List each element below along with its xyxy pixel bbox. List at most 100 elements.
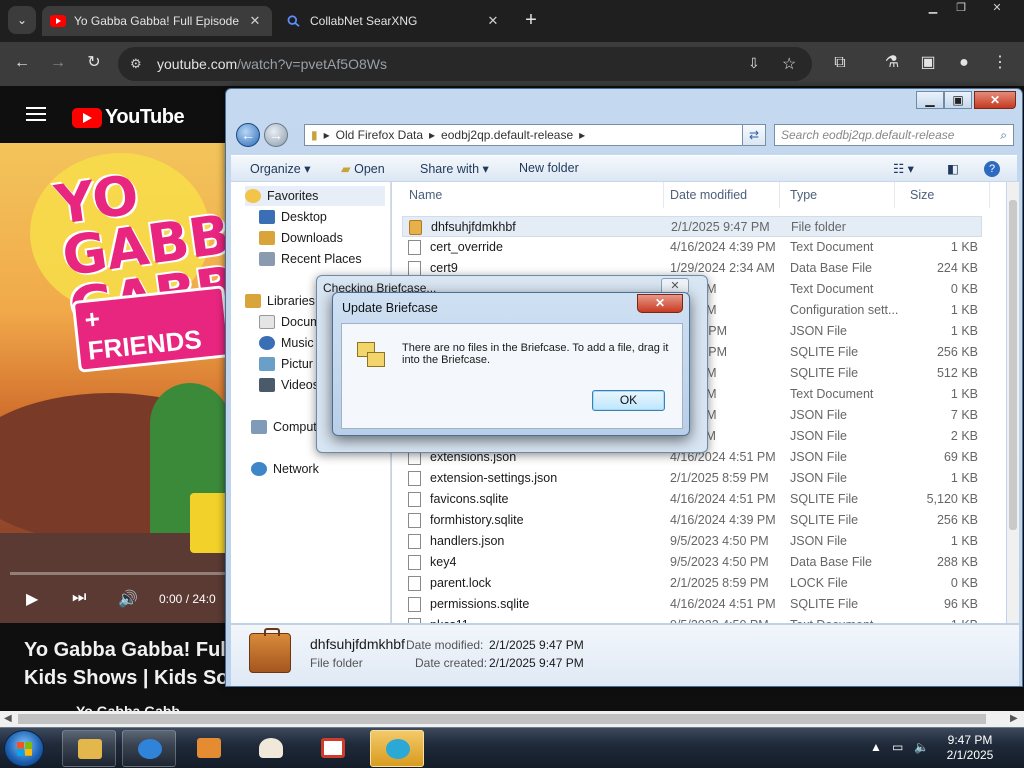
nav-computer[interactable]: Comput <box>251 417 317 437</box>
nav-recent-places[interactable]: Recent Places <box>259 249 362 269</box>
file-date: 4/16/2024 4:39 PM <box>670 240 776 254</box>
side-panel-icon[interactable]: ▣ <box>916 52 940 76</box>
scroll-right-icon[interactable]: ▶ <box>1010 713 1018 724</box>
file-row[interactable]: extension-settings.json 2/1/2025 8:59 PM J… <box>402 468 982 489</box>
video-cup-shape <box>190 493 228 553</box>
tray-overflow-icon[interactable]: ▲ <box>870 740 882 754</box>
forward-icon[interactable]: → <box>46 52 70 76</box>
site-info-icon[interactable]: ⚙ <box>130 56 142 72</box>
back-icon[interactable]: ← <box>10 52 34 76</box>
explorer-close-button[interactable]: ✕ <box>974 91 1016 109</box>
tab-searxng[interactable]: CollabNet SearXNG ✕ <box>278 6 510 36</box>
explorer-back-icon[interactable]: ← <box>236 123 260 147</box>
file-row[interactable]: handlers.json 9/5/2023 4:50 PM JSON File 1 … <box>402 531 982 552</box>
file-type: Data Base File <box>790 261 872 275</box>
taskbar-explorer[interactable] <box>62 730 116 767</box>
nav-network[interactable]: Network <box>251 459 319 479</box>
file-row[interactable]: pkcs11 9/5/2023 4:50 PM Text Document 1 KB <box>402 615 982 623</box>
file-row[interactable]: key4 9/5/2023 4:50 PM Data Base File 288 KB <box>402 552 982 573</box>
dialog-close-button[interactable]: ✕ <box>637 294 683 313</box>
scroll-left-icon[interactable]: ◀ <box>4 713 12 724</box>
nav-downloads[interactable]: Downloads <box>259 228 343 248</box>
help-icon[interactable]: ? <box>984 161 1000 177</box>
install-app-icon[interactable]: ⇩ <box>748 55 760 72</box>
taskbar-app-character[interactable] <box>244 730 298 767</box>
reload-icon[interactable]: ↻ <box>82 52 106 76</box>
file-row[interactable]: favicons.sqlite 4/16/2024 4:51 PM SQLITE F… <box>402 489 982 510</box>
column-header-date[interactable]: Date modified <box>660 182 780 208</box>
breadcrumb-separator-icon: ▸ <box>579 128 586 142</box>
volume-icon[interactable]: 🔊 <box>118 589 138 609</box>
next-icon[interactable]: ⏭ <box>72 589 86 607</box>
scrollbar-thumb[interactable] <box>18 714 986 724</box>
tab-youtube[interactable]: Yo Gabba Gabba! Full Episode ✕ <box>42 6 272 36</box>
video-player[interactable]: YO GABBAGABBA + FRIENDS <box>0 143 228 623</box>
nav-pictures[interactable]: Pictur <box>259 354 313 374</box>
nav-music[interactable]: Music <box>259 333 314 353</box>
play-icon[interactable]: ▶ <box>26 589 38 609</box>
nav-label: Comput <box>273 420 317 434</box>
breadcrumb-item[interactable]: eodbj2qp.default-release <box>441 128 573 142</box>
explorer-minimize-button[interactable]: ▁ <box>916 91 944 109</box>
video-time: 0:00 / 24:0 <box>159 592 216 606</box>
youtube-logo[interactable]: YouTube <box>72 106 185 129</box>
labs-flask-icon[interactable]: ⚗ <box>880 52 904 76</box>
file-date: 1/29/2024 2:34 AM <box>670 261 775 275</box>
extensions-icon[interactable]: ⧉ <box>828 52 852 76</box>
taskbar-chrome[interactable] <box>370 730 424 767</box>
explorer-forward-icon[interactable]: → <box>264 123 288 147</box>
share-with-menu[interactable]: Share with ▾ <box>420 161 489 176</box>
nav-documents[interactable]: Docum <box>259 312 321 332</box>
ok-button[interactable]: OK <box>592 390 665 411</box>
column-header-type[interactable]: Type <box>780 182 895 208</box>
file-row[interactable]: dhfsuhjfdmkhbf 2/1/2025 9:47 PM File folde… <box>402 216 982 237</box>
nav-libraries[interactable]: Libraries <box>245 291 315 311</box>
file-row[interactable]: formhistory.sqlite 4/16/2024 4:39 PM SQLIT… <box>402 510 982 531</box>
new-folder-button[interactable]: New folder <box>519 161 579 175</box>
nav-videos[interactable]: Videos <box>259 375 319 395</box>
breadcrumb-item[interactable]: Old Firefox Data <box>336 128 423 142</box>
file-row[interactable]: permissions.sqlite 4/16/2024 4:51 PM SQLIT… <box>402 594 982 615</box>
tab-search-button[interactable]: ⌄ <box>8 6 36 34</box>
open-button[interactable]: ▰ Open <box>341 161 385 176</box>
video-progress-bar[interactable] <box>10 572 228 575</box>
address-bar[interactable]: ⚙ youtube.com/watch?v=pvetAf5O8Ws ⇩ ☆ <box>118 47 812 81</box>
refresh-icon[interactable]: ⇄ <box>742 124 766 146</box>
organize-menu[interactable]: Organize ▾ <box>250 161 310 176</box>
start-button[interactable] <box>4 730 44 767</box>
nav-desktop[interactable]: Desktop <box>259 207 327 227</box>
close-tab-icon[interactable]: ✕ <box>484 13 502 29</box>
explorer-search-input[interactable]: Search eodbj2qp.default-release ⌕ <box>774 124 1014 146</box>
file-size: 1 KB <box>950 534 978 548</box>
volume-muted-tray-icon[interactable]: 🔈 <box>914 740 929 754</box>
view-options-icon[interactable]: ☷ ▾ <box>893 161 914 176</box>
scrollbar-thumb[interactable] <box>1009 200 1017 530</box>
preview-pane-icon[interactable]: ◧ <box>947 161 959 176</box>
file-row[interactable]: parent.lock 2/1/2025 8:59 PM LOCK File 0 KB <box>402 573 982 594</box>
explorer-address-bar[interactable]: ▮ ▸ Old Firefox Data ▸ eodbj2qp.default-… <box>304 124 766 146</box>
file-list-scrollbar[interactable] <box>1007 182 1019 623</box>
restore-button[interactable]: ❐ <box>946 0 976 18</box>
taskbar-roblox[interactable] <box>306 730 360 767</box>
horizontal-scrollbar[interactable]: ◀ ▶ <box>0 711 1024 727</box>
file-size: 1 KB <box>950 240 978 254</box>
profile-avatar-icon[interactable]: ● <box>952 52 976 76</box>
file-row[interactable]: cert_override 4/16/2024 4:39 PM Text Docum… <box>402 237 982 258</box>
bookmark-star-icon[interactable]: ☆ <box>782 54 796 74</box>
taskbar-ie[interactable] <box>122 730 176 767</box>
explorer-maximize-button[interactable]: ▣ <box>944 91 972 109</box>
new-tab-button[interactable]: + <box>518 8 544 34</box>
close-tab-icon[interactable]: ✕ <box>246 13 264 29</box>
close-window-button[interactable]: ✕ <box>982 0 1012 18</box>
minimize-button[interactable]: ▁ <box>918 0 948 18</box>
hamburger-menu-icon[interactable] <box>26 107 46 121</box>
network-tray-icon[interactable]: ▭ <box>892 740 903 754</box>
video-title-line1: Yo Gabba Gabba! Full E <box>24 639 229 661</box>
column-header-name[interactable]: Name <box>399 182 664 208</box>
file-name: handlers.json <box>430 534 505 548</box>
column-header-size[interactable]: Size <box>900 182 990 208</box>
system-clock[interactable]: 9:47 PM 2/1/2025 <box>940 733 1000 763</box>
menu-kebab-icon[interactable]: ⋮ <box>988 52 1012 76</box>
taskbar-media-player[interactable] <box>182 730 236 767</box>
nav-favorites[interactable]: Favorites <box>245 186 385 206</box>
